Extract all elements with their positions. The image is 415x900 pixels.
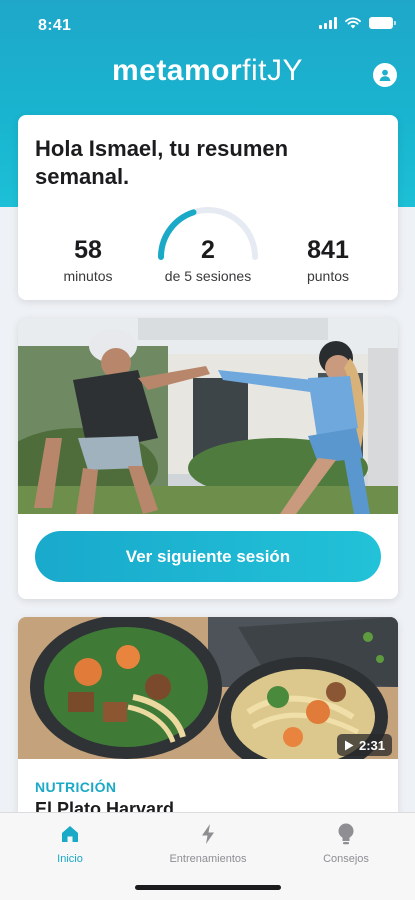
stat-minutes: 58 minutos xyxy=(48,235,128,284)
stat-points-label: puntos xyxy=(306,268,350,284)
logo-bold-text: metamor xyxy=(111,54,243,87)
video-duration: 2:31 xyxy=(358,737,385,753)
status-icons xyxy=(319,17,396,29)
article-card[interactable]: 2:31 NUTRICIÓN El Plato Harvard xyxy=(18,617,398,827)
tab-consejos-label: Consejos xyxy=(323,853,369,865)
home-indicator xyxy=(135,885,281,890)
stat-points-value: 841 xyxy=(307,236,349,264)
stat-minutes-label: minutos xyxy=(63,268,113,284)
tab-inicio[interactable]: Inicio xyxy=(10,821,130,865)
tab-inicio-label: Inicio xyxy=(57,853,83,865)
status-time: 8:41 xyxy=(38,17,72,34)
tab-entrenamientos[interactable]: Entrenamientos xyxy=(148,821,268,865)
stat-minutes-value: 58 xyxy=(74,236,102,264)
stat-points: 841 puntos xyxy=(288,235,368,284)
home-icon xyxy=(62,826,78,842)
weekly-summary-card: Hola Ismael, tu resumen semanal. 58 minu… xyxy=(18,115,398,300)
video-duration-badge: 2:31 xyxy=(336,734,392,756)
battery-icon xyxy=(369,17,396,29)
stat-sessions-label: de 5 sesiones xyxy=(164,268,252,284)
lightbulb-icon xyxy=(338,823,354,845)
stat-sessions-value: 2 xyxy=(201,236,215,264)
logo-thin-text: fitJY xyxy=(242,54,304,87)
wifi-icon xyxy=(345,17,361,29)
app-header: metamorfitJY xyxy=(0,50,415,100)
next-session-button[interactable]: Ver siguiente sesión xyxy=(35,531,381,582)
stat-sessions: 2 de 5 sesiones xyxy=(148,235,268,284)
summary-title: Hola Ismael, tu resumen semanal. xyxy=(35,136,289,189)
bolt-icon xyxy=(202,824,214,844)
cellular-signal-icon xyxy=(319,17,337,29)
next-session-card: Ver siguiente sesión xyxy=(18,318,398,599)
app-logo: metamorfitJY xyxy=(0,54,415,88)
tab-entrenamientos-label: Entrenamientos xyxy=(169,853,247,865)
workout-photo[interactable] xyxy=(18,318,398,514)
status-bar: 8:41 xyxy=(0,0,415,50)
article-category: NUTRICIÓN xyxy=(35,779,117,795)
play-icon xyxy=(344,740,354,750)
tab-consejos[interactable]: Consejos xyxy=(286,821,406,865)
profile-button[interactable] xyxy=(373,63,397,87)
user-icon xyxy=(379,69,391,81)
